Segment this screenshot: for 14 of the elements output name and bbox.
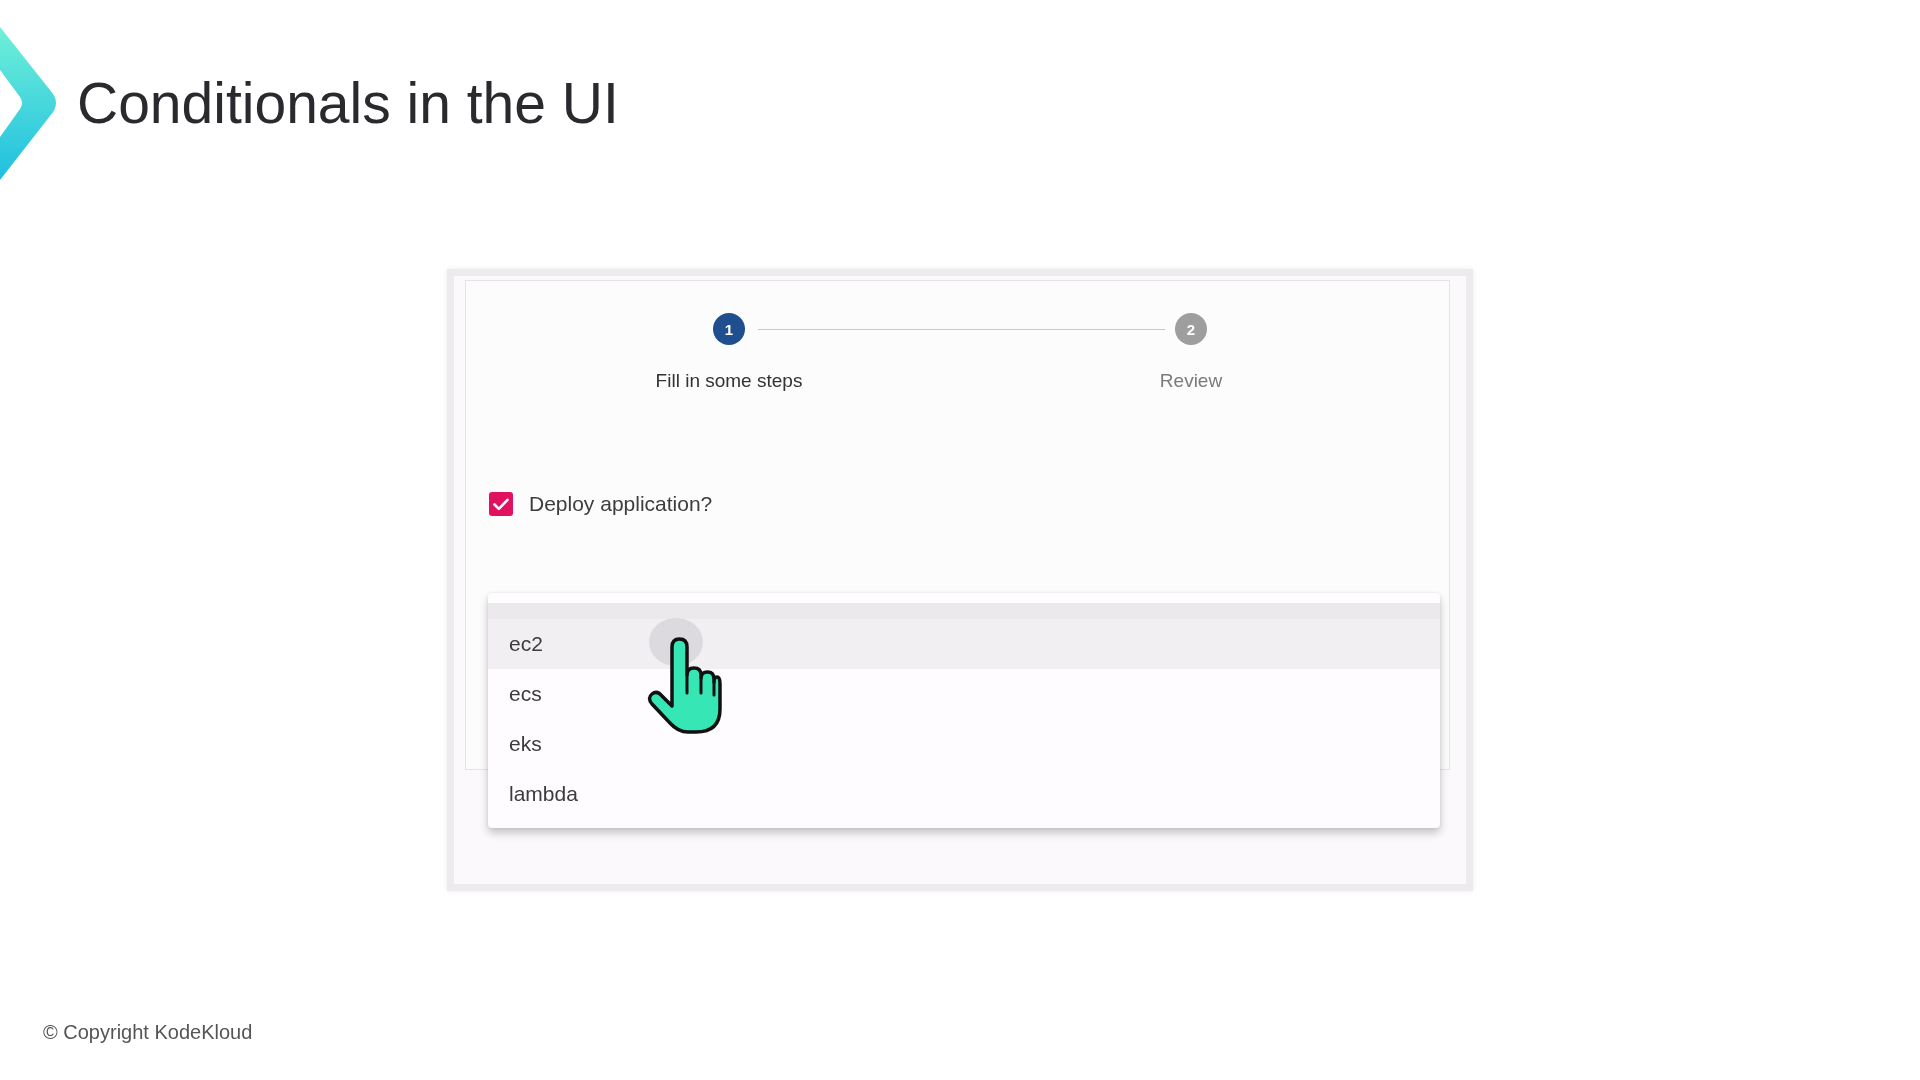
copyright-text: © Copyright KodeKloud (43, 1021, 253, 1043)
menu-option[interactable]: ecs (488, 669, 1440, 719)
step-indicator: 1 (713, 313, 745, 345)
checkbox[interactable] (489, 492, 513, 516)
slide-title: Conditionals in the UI (77, 70, 619, 137)
menu-option[interactable]: ec2 (488, 619, 1440, 669)
checkbox-label: Deploy application? (529, 492, 713, 516)
menu-option[interactable]: lambda (488, 769, 1440, 819)
hand-cursor-icon (646, 615, 722, 735)
step-indicator: 2 (1175, 313, 1207, 345)
step-label: Fill in some steps (654, 370, 804, 392)
menu-option[interactable]: eks (488, 719, 1440, 769)
check-icon (493, 497, 509, 511)
step-label: Review (1158, 370, 1224, 392)
